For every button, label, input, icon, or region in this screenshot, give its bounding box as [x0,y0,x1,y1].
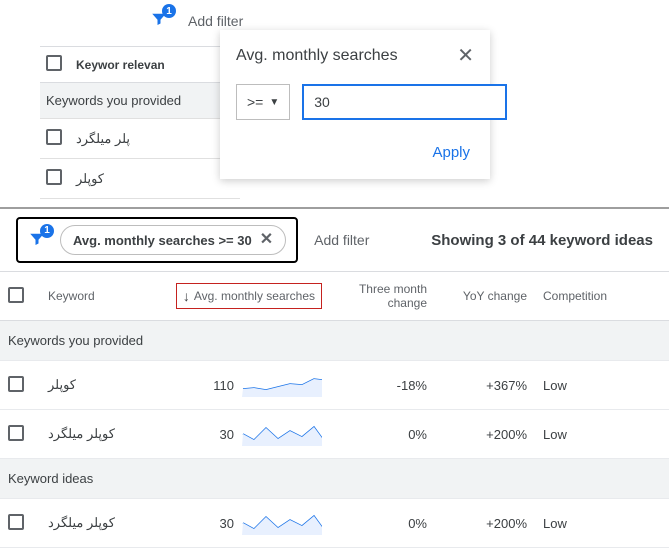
operator-value: >= [247,94,263,110]
section-provided: Keywords you provided [0,321,669,361]
three-month-cell: 0% [330,499,435,548]
showing-count: Showing 3 of 44 keyword ideas [431,232,653,249]
keyword-cell: کوپلر میلگرد [40,410,160,459]
value-input[interactable] [302,84,507,120]
close-icon[interactable]: ✕ [457,46,474,66]
filter-badge: 1 [40,224,54,238]
row-checkbox[interactable] [46,129,62,145]
chevron-down-icon: ▼ [269,97,279,108]
filter-chip[interactable]: Avg. monthly searches >= 30 ✕ [60,225,286,255]
table-row: کوپلر میلگرد300%+200%Low [0,499,669,548]
col-yoy[interactable]: YoY change [435,272,535,321]
add-filter-button[interactable]: Add filter [188,13,243,29]
keyword-cell: پلر میلگرد [70,119,240,159]
keyword-header[interactable]: Keywor relevan [70,47,240,83]
applied-filters-box: 1 Avg. monthly searches >= 30 ✕ [16,217,298,263]
select-all-checkbox[interactable] [46,55,62,71]
row-checkbox[interactable] [46,169,62,185]
add-filter-button[interactable]: Add filter [314,232,369,248]
select-all-checkbox[interactable] [8,287,24,303]
sort-down-icon: ↓ [183,288,190,304]
table-row: کوپلر میلگرد300%+200%Low [0,410,669,459]
popover-title: Avg. monthly searches [236,47,398,65]
table-row: کوپلر [40,159,240,199]
keyword-cell: کوپلر [70,159,240,199]
chip-remove-icon[interactable]: ✕ [260,232,273,248]
avg-cell: 30 [160,410,330,459]
competition-cell: Low [535,499,669,548]
avg-cell: 30 [160,499,330,548]
yoy-cell: +367% [435,361,535,410]
row-checkbox[interactable] [8,514,24,530]
table-row: کوپلر110-18%+367%Low [0,361,669,410]
chip-label: Avg. monthly searches >= 30 [73,233,252,248]
row-checkbox[interactable] [8,376,24,392]
yoy-cell: +200% [435,499,535,548]
operator-select[interactable]: >= ▼ [236,84,290,120]
apply-button[interactable]: Apply [428,138,474,167]
avg-cell: 110 [160,361,330,410]
table-row: پلر میلگرد [40,119,240,159]
competition-cell: Low [535,361,669,410]
col-keyword[interactable]: Keyword [40,272,160,321]
yoy-cell: +200% [435,410,535,459]
col-avg[interactable]: ↓ Avg. monthly searches [160,272,330,321]
keyword-table: Keyword ↓ Avg. monthly searches Three mo… [0,271,669,548]
row-checkbox[interactable] [8,425,24,441]
section-ideas: Keyword ideas [0,459,669,499]
competition-cell: Low [535,410,669,459]
section-provided: Keywords you provided [40,83,240,119]
filter-badge: 1 [162,4,176,18]
keyword-cell: کوپلر [40,361,160,410]
filter-icon[interactable]: 1 [28,230,46,251]
three-month-cell: 0% [330,410,435,459]
keyword-cell: کوپلر میلگرد [40,499,160,548]
filter-popover: Avg. monthly searches ✕ >= ▼ Apply [220,30,490,179]
filter-icon[interactable]: 1 [150,10,168,31]
col-competition[interactable]: Competition [535,272,669,321]
three-month-cell: -18% [330,361,435,410]
keyword-table-top: Keywor relevan Keywords you provided پلر… [40,46,240,199]
col-three-month[interactable]: Three month change [330,272,435,321]
